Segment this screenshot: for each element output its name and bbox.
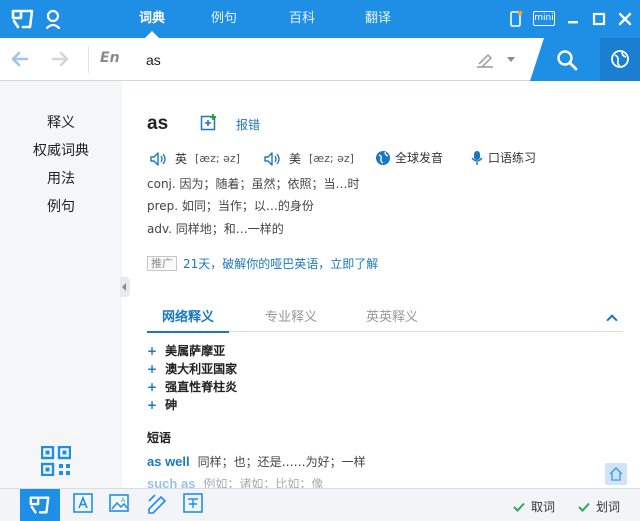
title-bar: 词典 例句 百科 翻译 mini (0, 0, 640, 38)
tab-dictionary[interactable]: 词典 (130, 0, 174, 38)
list-item[interactable]: + 美属萨摩亚 (147, 342, 225, 359)
wordbook-icon[interactable] (146, 492, 168, 514)
tab-encyclopedia[interactable]: 百科 (280, 0, 324, 38)
tab-sentences[interactable]: 例句 (202, 0, 246, 38)
mini-mode-button[interactable]: mini (533, 11, 555, 26)
pron-uk-label: 英 (175, 152, 188, 166)
headword: as (147, 113, 169, 134)
chevron-down-icon[interactable] (507, 57, 515, 62)
youdao-logo-icon (29, 496, 50, 514)
check-icon (578, 502, 590, 512)
expand-icon: + (147, 344, 158, 358)
qr-code-icon[interactable] (41, 446, 71, 476)
search-input[interactable] (146, 48, 466, 72)
expand-icon: + (147, 362, 158, 376)
promo-link[interactable]: 21天，破解你的哑巴英语，立即了解 (183, 255, 378, 272)
speaker-icon[interactable] (150, 151, 167, 166)
youdao-logo-icon[interactable] (10, 7, 36, 31)
tab-english-definitions[interactable]: 英英释义 (366, 306, 418, 332)
tab-web-definitions[interactable]: 网络释义 (146, 306, 230, 333)
report-error-link[interactable]: 报错 (236, 116, 260, 133)
image-translate-icon[interactable]: A (108, 492, 130, 514)
text-translate-icon[interactable] (72, 492, 94, 514)
pron-us-phonetic: [æz; əz] (309, 152, 354, 165)
list-item[interactable]: + 砷 (147, 396, 177, 413)
search-icon (557, 50, 578, 71)
definition-adv: adv. 同样地；和…一样的 (147, 222, 284, 236)
minimize-icon[interactable] (564, 10, 582, 28)
phrases-heading: 短语 (147, 431, 172, 445)
promo-tag: 推广 (147, 256, 177, 271)
expand-icon: + (147, 398, 158, 412)
back-to-top-icon[interactable] (605, 463, 627, 485)
tab-translate[interactable]: 翻译 (356, 0, 400, 38)
globe-icon (611, 50, 629, 68)
global-pronunciation-link[interactable]: 全球发音 (375, 149, 443, 166)
user-icon[interactable] (44, 9, 62, 29)
speaker-icon[interactable] (264, 151, 281, 166)
definition-prep: prep. 如同；当作；以…的身份 (147, 199, 314, 213)
promo: 推广 21天，破解你的哑巴英语，立即了解 (147, 255, 378, 272)
sidebar-item-authority-dictionary[interactable]: 权威词典 (0, 140, 122, 160)
expand-icon: + (147, 380, 158, 394)
pron-uk: 英 [æz; əz] (150, 150, 240, 167)
collapse-sidebar-handle[interactable] (120, 277, 130, 297)
list-item[interactable]: + 强直性脊柱炎 (147, 378, 237, 395)
sidebar-item-examples[interactable]: 例句 (0, 196, 122, 216)
definition-tabs: 网络释义 专业释义 英英释义 (146, 302, 623, 333)
maximize-icon[interactable] (590, 10, 608, 28)
check-icon (513, 502, 525, 512)
forward-arrow-icon[interactable] (50, 50, 70, 68)
web-search-button[interactable] (600, 38, 640, 81)
pron-uk-phonetic: [æz; əz] (195, 152, 240, 165)
svg-text:A: A (121, 498, 125, 504)
phrase-item: as well 同样；也；还是……为好；一样 (147, 454, 366, 469)
oral-practice-link[interactable]: 口语练习 (470, 149, 536, 166)
handwriting-icon[interactable] (474, 50, 496, 70)
language-selector[interactable]: En (100, 50, 120, 66)
phrase-link[interactable]: as well (147, 454, 190, 469)
add-to-wordbook-icon[interactable] (200, 114, 218, 131)
tab-professional-definitions[interactable]: 专业释义 (265, 306, 317, 332)
capture-word-toggle[interactable]: 取词 (513, 498, 555, 515)
divider (88, 46, 89, 73)
microphone-icon (471, 150, 483, 165)
phone-icon[interactable] (506, 10, 524, 28)
sidebar-item-usage[interactable]: 用法 (0, 168, 122, 188)
list-item[interactable]: + 澳大利亚国家 (147, 360, 237, 377)
back-arrow-icon[interactable] (10, 50, 30, 68)
translate-icon[interactable] (182, 492, 204, 514)
dictionary-mode-button[interactable] (20, 489, 60, 521)
globe-icon (376, 150, 390, 165)
close-icon[interactable] (616, 10, 634, 28)
pron-us-label: 美 (289, 152, 302, 166)
select-word-toggle[interactable]: 划词 (578, 498, 620, 515)
pron-us: 美 [æz; əz] (264, 150, 354, 167)
sidebar-item-definitions[interactable]: 释义 (0, 112, 122, 132)
definition-conj: conj. 因为；随着；虽然；依照；当…时 (147, 177, 360, 191)
